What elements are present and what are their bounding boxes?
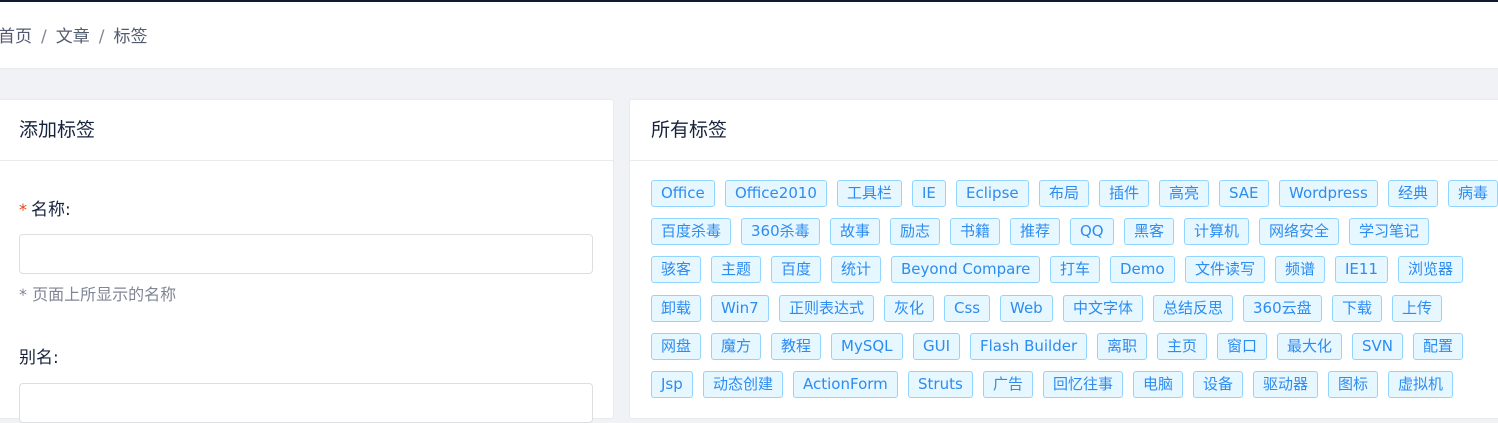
tag-item[interactable]: 学习笔记 bbox=[1349, 218, 1430, 245]
breadcrumb: 首页 / 文章 / 标签 bbox=[0, 22, 147, 47]
tag-item[interactable]: 配置 bbox=[1413, 333, 1464, 360]
tag-item[interactable]: 灰化 bbox=[884, 295, 935, 322]
tag-item[interactable]: 频谱 bbox=[1275, 256, 1326, 283]
tag-item[interactable]: 电脑 bbox=[1133, 371, 1184, 398]
required-mark: * bbox=[19, 200, 27, 219]
name-label: * 名称: bbox=[19, 195, 71, 220]
tag-item[interactable]: 百度 bbox=[771, 256, 822, 283]
tag-item[interactable]: Flash Builder bbox=[970, 333, 1088, 360]
alias-label: 别名: bbox=[19, 348, 59, 368]
tag-item[interactable]: Struts bbox=[908, 371, 973, 398]
tag-item[interactable]: 虚拟机 bbox=[1388, 371, 1454, 398]
tag-item[interactable]: 360云盘 bbox=[1243, 295, 1322, 322]
tag-item[interactable]: 工具栏 bbox=[837, 180, 903, 207]
tag-item[interactable]: 离职 bbox=[1097, 333, 1148, 360]
tag-item[interactable]: 驱动器 bbox=[1253, 371, 1319, 398]
all-tags-title: 所有标签 bbox=[630, 100, 1498, 161]
tag-item[interactable]: GUI bbox=[913, 333, 961, 360]
tag-item[interactable]: 动态创建 bbox=[703, 371, 784, 398]
tag-item[interactable]: 黑客 bbox=[1124, 218, 1175, 245]
tag-item[interactable]: 文件读写 bbox=[1185, 256, 1266, 283]
tag-item[interactable]: SVN bbox=[1352, 333, 1404, 360]
tag-item[interactable]: 网盘 bbox=[651, 333, 702, 360]
tag-item[interactable]: 图标 bbox=[1328, 371, 1379, 398]
tag-item[interactable]: 故事 bbox=[830, 218, 881, 245]
tag-item[interactable]: MySQL bbox=[831, 333, 903, 360]
tag-item[interactable]: 设备 bbox=[1193, 371, 1244, 398]
tag-item[interactable]: 浏览器 bbox=[1398, 256, 1464, 283]
tag-item[interactable]: 卸载 bbox=[651, 295, 702, 322]
tag-item[interactable]: Demo bbox=[1110, 256, 1175, 283]
tag-item[interactable]: 主页 bbox=[1157, 333, 1208, 360]
tag-item[interactable]: 中文字体 bbox=[1063, 295, 1144, 322]
tag-item[interactable]: 高亮 bbox=[1159, 180, 1210, 207]
tag-item[interactable]: QQ bbox=[1070, 218, 1114, 245]
tag-item[interactable]: Wordpress bbox=[1279, 180, 1378, 207]
tag-item[interactable]: Css bbox=[944, 295, 991, 322]
breadcrumb-home[interactable]: 首页 bbox=[0, 27, 32, 47]
tag-item[interactable]: 布局 bbox=[1039, 180, 1090, 207]
tag-item[interactable]: 最大化 bbox=[1277, 333, 1343, 360]
tag-item[interactable]: 书籍 bbox=[950, 218, 1001, 245]
tag-item[interactable]: 计算机 bbox=[1184, 218, 1250, 245]
name-hint: * 页面上所显示的名称 bbox=[19, 285, 177, 304]
tag-item[interactable]: 推荐 bbox=[1010, 218, 1061, 245]
tag-item[interactable]: Jsp bbox=[651, 371, 693, 398]
breadcrumb-bar: 首页 / 文章 / 标签 bbox=[0, 2, 1498, 69]
tag-item[interactable]: 广告 bbox=[983, 371, 1034, 398]
breadcrumb-section[interactable]: 文章 bbox=[56, 27, 90, 47]
tag-item[interactable]: Web bbox=[1000, 295, 1053, 322]
tag-item[interactable]: 下载 bbox=[1332, 295, 1383, 322]
tag-item[interactable]: SAE bbox=[1219, 180, 1269, 207]
tag-item[interactable]: 回忆往事 bbox=[1043, 371, 1124, 398]
tag-item[interactable]: IE11 bbox=[1335, 256, 1388, 283]
tag-item[interactable]: ActionForm bbox=[793, 371, 898, 398]
tag-item[interactable]: 360杀毒 bbox=[741, 218, 820, 245]
name-label-text: 名称: bbox=[31, 200, 71, 220]
tag-item[interactable]: 网络安全 bbox=[1259, 218, 1340, 245]
tag-item[interactable]: 教程 bbox=[771, 333, 822, 360]
breadcrumb-current: 标签 bbox=[113, 27, 148, 47]
tag-item[interactable]: 百度杀毒 bbox=[651, 218, 732, 245]
tag-item[interactable]: 打车 bbox=[1050, 256, 1101, 283]
tag-item[interactable]: 魔方 bbox=[711, 333, 762, 360]
all-tags-card: 所有标签 Office Office2010 工具栏 IE Eclipse 布局 插件 高亮 S… bbox=[629, 99, 1498, 419]
add-tag-title: 添加标签 bbox=[0, 100, 613, 161]
tag-item[interactable]: 骇客 bbox=[651, 256, 702, 283]
name-input[interactable] bbox=[19, 234, 593, 274]
tag-item[interactable]: 励志 bbox=[890, 218, 941, 245]
tag-item[interactable]: 病毒 bbox=[1448, 180, 1498, 207]
breadcrumb-separator: / bbox=[41, 27, 47, 47]
tag-item[interactable]: 上传 bbox=[1392, 295, 1443, 322]
tag-item[interactable]: Eclipse bbox=[956, 180, 1029, 207]
tag-item[interactable]: 插件 bbox=[1099, 180, 1150, 207]
tag-item[interactable]: IE bbox=[912, 180, 946, 207]
tag-item[interactable]: 统计 bbox=[831, 256, 882, 283]
tag-item[interactable]: Win7 bbox=[711, 295, 769, 322]
tag-item[interactable]: 总结反思 bbox=[1153, 295, 1234, 322]
breadcrumb-separator: / bbox=[98, 27, 105, 47]
add-tag-card: 添加标签 * 名称: * 页面上所显示的名称 别名: bbox=[0, 99, 614, 423]
tag-item[interactable]: 主题 bbox=[711, 256, 762, 283]
tag-item[interactable]: Office bbox=[651, 180, 715, 207]
tag-item[interactable]: 经典 bbox=[1388, 180, 1439, 207]
tag-item[interactable]: Office2010 bbox=[725, 180, 827, 207]
tag-item[interactable]: 正则表达式 bbox=[779, 295, 875, 322]
tag-item[interactable]: Beyond Compare bbox=[891, 256, 1041, 283]
tag-item[interactable]: 窗口 bbox=[1217, 333, 1268, 360]
alias-input[interactable] bbox=[19, 383, 593, 423]
